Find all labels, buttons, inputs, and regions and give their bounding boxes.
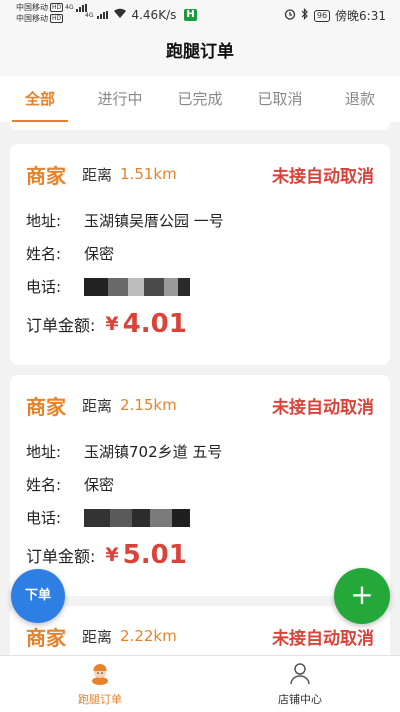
hd-badge: HD <box>50 3 64 12</box>
bottom-nav: 跑腿订单 店铺中心 <box>0 655 400 712</box>
currency-symbol: ¥ <box>105 544 119 566</box>
status-bar: 中国移动 HD 4G 中国移动 HD 4G 4.46K/s H 96 傍晚6:3… <box>0 0 400 30</box>
tab-in-progress[interactable]: 进行中 <box>80 76 160 122</box>
nav-label-store-center: 店铺中心 <box>278 693 322 706</box>
system-indicators: 96 傍晚6:31 <box>284 7 386 24</box>
amount-label: 订单金额: <box>26 547 96 566</box>
order-card[interactable]: 商家 距离 1.51km 未接自动取消 地址: 玉湖镇吴厝公园 一号 姓名: 保… <box>10 144 390 365</box>
name-row: 姓名: 保密 <box>10 468 390 501</box>
nav-label-errand-orders: 跑腿订单 <box>78 693 122 706</box>
distance-value: 2.22km <box>120 627 177 645</box>
name-label: 姓名: <box>26 476 62 494</box>
distance-label: 距离 <box>82 165 113 184</box>
tab-all[interactable]: 全部 <box>0 76 80 122</box>
tab-refund[interactable]: 退款 <box>320 76 400 122</box>
network-type: 4G <box>85 11 94 19</box>
name-label: 姓名: <box>26 245 62 263</box>
order-status: 未接自动取消 <box>272 166 374 187</box>
order-list[interactable]: 商家 距离 1.51km 未接自动取消 地址: 玉湖镇吴厝公园 一号 姓名: 保… <box>0 122 400 655</box>
distance-label: 距离 <box>82 627 113 646</box>
merchant-label: 商家 <box>26 163 66 188</box>
battery-icon: 96 <box>313 9 331 22</box>
tab-cancelled[interactable]: 已取消 <box>240 76 320 122</box>
alarm-icon <box>284 8 296 23</box>
app-header: 跑腿订单 <box>0 30 400 76</box>
amount-row: 订单金额: ¥ 5.01 <box>10 534 390 576</box>
name-value: 保密 <box>84 476 115 494</box>
address-row: 地址: 玉湖镇吴厝公园 一号 <box>10 204 390 237</box>
distance-value: 2.15km <box>120 396 177 414</box>
merchant-label: 商家 <box>26 625 66 650</box>
phone-label: 电话: <box>26 509 62 527</box>
address-label: 地址: <box>26 212 62 230</box>
hd-badge: HD <box>50 14 64 23</box>
merchant-label: 商家 <box>26 394 66 419</box>
name-row: 姓名: 保密 <box>10 237 390 270</box>
address-label: 地址: <box>26 443 62 461</box>
amount-row: 订单金额: ¥ 4.01 <box>10 303 390 345</box>
clock: 傍晚6:31 <box>335 9 386 23</box>
distance-label: 距离 <box>82 396 113 415</box>
order-card[interactable]: 商家 距离 2.22km 未接自动取消 <box>10 606 390 655</box>
phone-masked <box>84 508 190 527</box>
order-amount: 4.01 <box>122 309 187 339</box>
page-title: 跑腿订单 <box>166 42 234 62</box>
network-speed: 4.46K/s <box>131 8 177 22</box>
phone-label: 电话: <box>26 278 62 296</box>
bluetooth-icon <box>301 8 309 23</box>
delivery-avatar-icon <box>88 661 112 689</box>
phone-row: 电话: <box>10 270 390 303</box>
user-icon <box>288 661 312 689</box>
carrier-name-1: 中国移动 <box>16 3 48 12</box>
order-status: 未接自动取消 <box>272 628 374 649</box>
address-row: 地址: 玉湖镇702乡道 五号 <box>10 435 390 468</box>
phone-row: 电话: <box>10 501 390 534</box>
add-button[interactable]: + <box>334 568 390 624</box>
address-value: 玉湖镇吴厝公园 一号 <box>84 212 224 230</box>
nav-item-store-center[interactable]: 店铺中心 <box>200 656 400 712</box>
order-amount: 5.01 <box>122 540 187 570</box>
currency-symbol: ¥ <box>105 313 119 335</box>
amount-label: 订单金额: <box>26 316 96 335</box>
tab-completed[interactable]: 已完成 <box>160 76 240 122</box>
order-card-partial <box>10 122 390 130</box>
signal-icon <box>97 11 109 19</box>
phone-masked <box>84 277 190 296</box>
nav-item-errand-orders[interactable]: 跑腿订单 <box>0 656 200 712</box>
order-card[interactable]: 商家 距离 2.15km 未接自动取消 地址: 玉湖镇702乡道 五号 姓名: … <box>10 375 390 596</box>
carrier-name-2: 中国移动 <box>16 14 48 23</box>
wifi-icon <box>113 8 127 22</box>
order-tabs: 全部 进行中 已完成 已取消 退款 <box>0 76 400 122</box>
network-type: 4G <box>65 4 74 11</box>
name-value: 保密 <box>84 245 115 263</box>
h-app-badge: H <box>184 9 197 21</box>
carrier-info: 中国移动 HD 4G 中国移动 HD <box>16 2 88 24</box>
order-status: 未接自动取消 <box>272 397 374 418</box>
distance-value: 1.51km <box>120 165 177 183</box>
place-order-button[interactable]: 下单 <box>11 569 65 623</box>
network-info: 4G 4.46K/s H <box>85 8 197 22</box>
address-value: 玉湖镇702乡道 五号 <box>84 443 223 461</box>
